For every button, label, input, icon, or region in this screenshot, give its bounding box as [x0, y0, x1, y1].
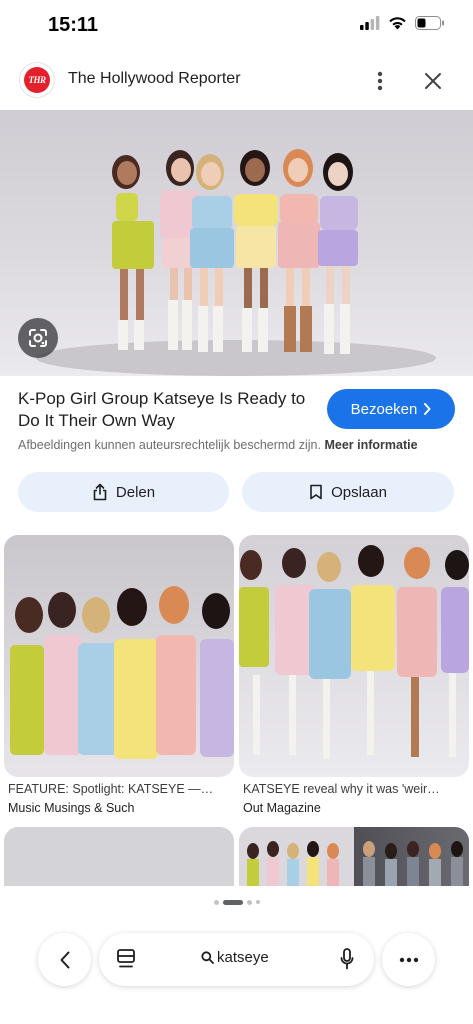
thumbnail-photo	[247, 841, 463, 887]
site-name[interactable]: The Hollywood Reporter	[68, 70, 241, 88]
mic-icon[interactable]	[340, 948, 354, 970]
battery-icon	[415, 16, 444, 30]
related-caption: KATSEYE reveal why it was 'weir…	[243, 782, 440, 796]
back-button[interactable]	[38, 933, 91, 986]
person-figure	[190, 154, 234, 352]
close-icon	[425, 73, 441, 89]
related-card[interactable]: FEATURE: Spotlight: KATSEYE —… Music Mus…	[4, 535, 234, 825]
related-card[interactable]: KATSEYE reveal why it was 'weir… Out Mag…	[239, 535, 469, 825]
result-title[interactable]: K-Pop Girl Group Katseye Is Ready to Do …	[18, 388, 318, 432]
more-vert-icon	[377, 71, 383, 91]
search-query-text: katseye	[217, 949, 269, 966]
share-icon	[93, 483, 107, 501]
pager-dot	[213, 899, 219, 905]
related-thumbnail	[239, 535, 469, 777]
hero-image[interactable]	[0, 110, 473, 376]
pager-dot-active	[222, 899, 243, 905]
result-info: K-Pop Girl Group Katseye Is Ready to Do …	[0, 376, 473, 476]
related-card[interactable]	[239, 827, 469, 887]
action-row: Delen Opslaan	[0, 472, 473, 514]
related-thumbnail	[4, 535, 234, 777]
group-photo	[36, 149, 436, 376]
wifi-icon	[389, 17, 406, 30]
bookmark-icon	[310, 484, 322, 500]
thumbnail-photo	[239, 545, 469, 759]
tabs-icon[interactable]	[117, 949, 135, 969]
person-figure	[112, 155, 154, 350]
related-caption: FEATURE: Spotlight: KATSEYE —…	[8, 782, 214, 796]
person-figure	[278, 149, 320, 352]
save-button[interactable]: Opslaan	[242, 472, 454, 512]
copyright-text: Afbeeldingen kunnen auteursrechtelijk be…	[18, 438, 321, 452]
related-source: Out Magazine	[243, 801, 321, 815]
share-label: Delen	[115, 483, 156, 501]
more-info-link[interactable]: Meer informatie	[324, 438, 417, 452]
status-time: 15:11	[48, 14, 99, 36]
save-label: Opslaan	[331, 483, 387, 501]
more-horiz-icon	[399, 957, 418, 962]
visit-button-label: Bezoeken	[350, 400, 418, 418]
visit-button[interactable]: Bezoeken	[327, 389, 455, 429]
pager-dot	[246, 899, 252, 905]
viewer-header: THR The Hollywood Reporter	[0, 56, 473, 106]
pager-dot	[255, 900, 260, 904]
carousel-pager	[0, 897, 473, 907]
google-lens-icon	[29, 329, 47, 347]
copyright-notice: Afbeeldingen kunnen auteursrechtelijk be…	[18, 438, 418, 452]
google-lens-button[interactable]	[18, 318, 58, 358]
overflow-menu-button[interactable]	[382, 933, 435, 986]
thumbnail-photo	[10, 586, 234, 759]
person-figure	[318, 153, 358, 354]
thr-logo: THR	[24, 67, 50, 93]
signal-icon	[360, 16, 380, 30]
search-query[interactable]: katseye	[201, 949, 269, 966]
close-button[interactable]	[418, 66, 448, 96]
person-figure	[234, 150, 278, 352]
status-icons	[360, 16, 445, 30]
status-bar: 15:11	[0, 0, 473, 54]
chevron-right-icon	[424, 403, 431, 415]
search-bar[interactable]: katseye	[99, 933, 374, 986]
related-thumbnail	[239, 827, 469, 887]
related-card[interactable]	[4, 827, 234, 887]
related-thumbnail	[4, 827, 234, 887]
chevron-left-icon	[60, 951, 69, 968]
site-favicon[interactable]: THR	[19, 62, 55, 98]
search-icon	[201, 951, 214, 964]
related-source: Music Musings & Such	[8, 801, 135, 815]
more-options-button[interactable]	[366, 66, 394, 96]
share-button[interactable]: Delen	[18, 472, 229, 512]
bottom-toolbar: katseye	[0, 933, 473, 989]
